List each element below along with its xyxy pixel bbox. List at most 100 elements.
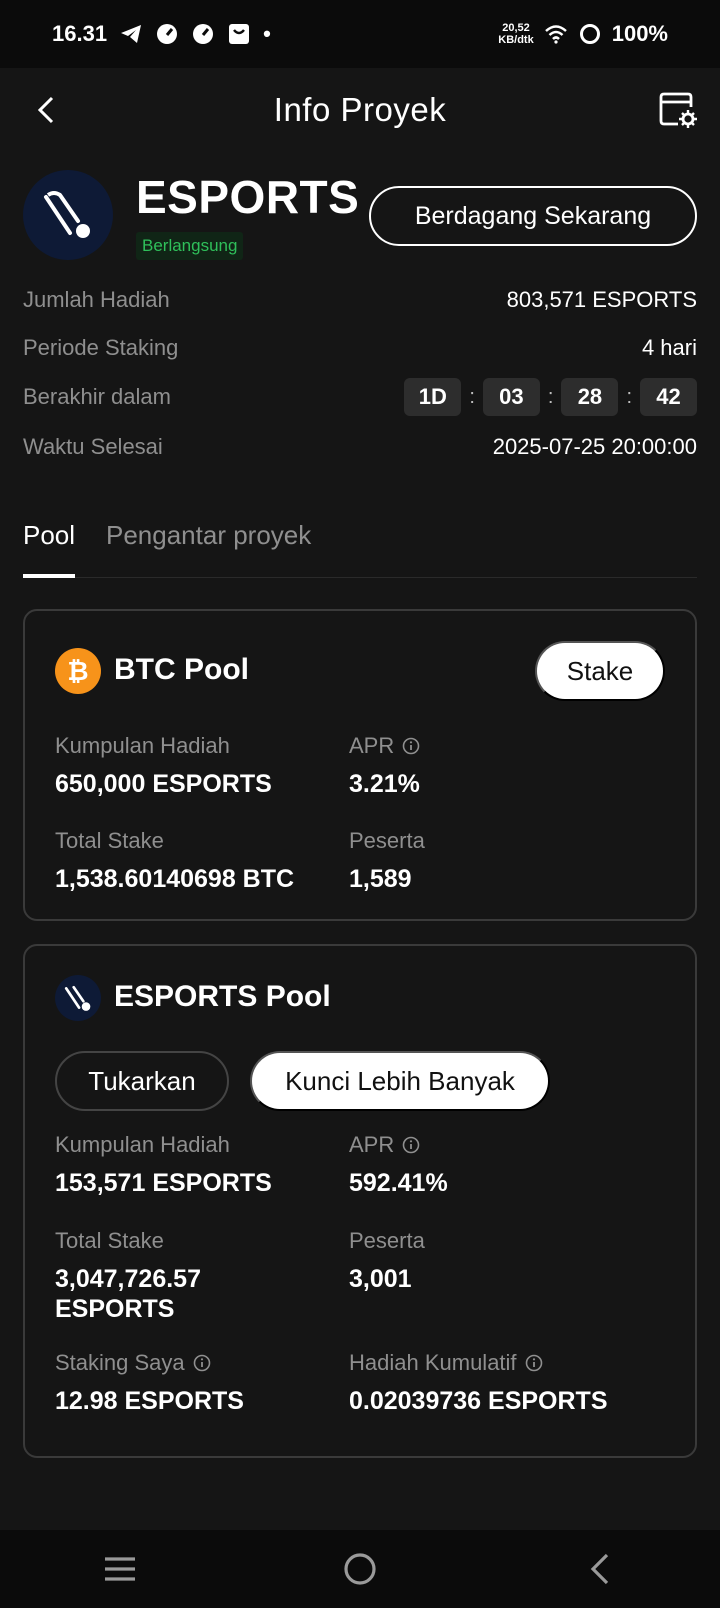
esp-apr: APR 592.41% [349,1132,448,1198]
notification-dot: • [263,21,271,46]
status-bar-left: 16.31 • [52,21,271,47]
btc-participants-value: 1,589 [349,865,412,893]
my-staking-value: 12.98 ESPORTS [55,1387,244,1415]
network-speed: 20,52 KB/dtk [498,22,533,46]
esports-pool-card: ESPORTS Pool Tukarkan Kunci Lebih Banyak… [23,944,697,1458]
esp-participants-value: 3,001 [349,1265,412,1293]
tab-pool[interactable]: Pool [23,520,76,578]
reward-amount-value: 803,571 ESPORTS [506,287,697,312]
info-icon[interactable] [402,1136,420,1154]
countdown-minutes: 28 [561,378,619,416]
btc-total-stake: Total Stake 1,538.60140698 BTC [55,828,294,894]
esp-reward-pool: Kumpulan Hadiah 153,571 ESPORTS [55,1132,272,1198]
network-speed-value: 20,52 [502,22,530,34]
status-time: 16.31 [52,21,108,46]
redeem-button[interactable]: Tukarkan [55,1051,229,1111]
esp-total-stake-label: Total Stake [55,1228,164,1253]
countdown-separator: : [547,385,554,408]
btc-apr: APR 3.21% [349,733,420,799]
esp-reward-pool-label: Kumpulan Hadiah [55,1132,230,1157]
speedometer-icon-2 [191,22,215,46]
esports-logo-icon [44,191,90,238]
btc-participants-label: Peserta [349,828,425,853]
trade-now-button[interactable]: Berdagang Sekarang [369,186,697,246]
page-title: Info Proyek [273,91,447,128]
reward-amount-row: Jumlah Hadiah 803,571 ESPORTS [23,284,697,316]
telegram-icon [119,22,143,46]
project-header: ESPORTS Berlangsung Berdagang Sekarang [23,170,697,266]
network-speed-unit: KB/dtk [498,34,534,46]
cumulative-reward-label: Hadiah Kumulatif [349,1350,517,1375]
status-bar-right: 20,52 KB/dtk 100% [498,21,668,47]
staking-period-row: Periode Staking 4 hari [23,332,697,364]
tab-project-intro[interactable]: Pengantar proyek [106,520,311,551]
countdown-hours: 03 [482,378,540,416]
esports-pool-title: ESPORTS Pool [114,980,331,1013]
status-bar: 16.31 • 20,52 KB/dtk 100% [0,0,720,68]
system-nav-bar [0,1530,720,1608]
btc-reward-pool-label: Kumpulan Hadiah [55,733,230,758]
info-icon[interactable] [525,1354,543,1372]
cumulative-reward: Hadiah Kumulatif 0.02039736 ESPORTS [349,1350,608,1416]
esp-participants: Peserta 3,001 [349,1228,425,1294]
esp-apr-value: 592.41% [349,1169,448,1197]
project-name: ESPORTS [136,171,360,223]
info-icon[interactable] [193,1354,211,1372]
end-time-row: Waktu Selesai 2025-07-25 20:00:00 [23,431,697,463]
chevron-left-icon [590,1553,609,1585]
cumulative-reward-value: 0.02039736 ESPORTS [349,1387,608,1415]
btc-reward-pool-value: 650,000 ESPORTS [55,770,272,798]
wifi-icon [544,22,568,46]
btc-apr-label-row: APR [349,733,420,759]
staking-period-label: Periode Staking [23,335,179,360]
esp-total-stake-amount: 3,047,726.57 [55,1265,201,1293]
bitcoin-icon: ₿ [55,648,101,694]
back-button[interactable] [26,88,66,132]
esp-participants-label: Peserta [349,1228,425,1253]
battery-ring-icon [578,22,602,46]
info-icon[interactable] [402,737,420,755]
my-staking-label: Staking Saya [55,1350,185,1375]
shopping-bag-icon [227,22,251,46]
countdown-seconds: 42 [640,378,697,416]
home-circle-icon [344,1553,376,1585]
esp-total-stake-unit: ESPORTS [55,1295,175,1323]
btc-participants: Peserta 1,589 [349,828,425,894]
countdown-timer: 1D : 03 : 28 : 42 [404,378,697,416]
home-button[interactable] [330,1539,390,1599]
app-header: Info Proyek [0,68,720,152]
countdown-separator: : [469,385,475,408]
recent-apps-button[interactable] [90,1539,150,1599]
my-staking: Staking Saya 12.98 ESPORTS [55,1350,244,1416]
my-staking-label-row: Staking Saya [55,1350,244,1376]
reward-amount-label: Jumlah Hadiah [23,287,170,312]
btc-total-stake-value: 1,538.60140698 BTC [55,865,295,893]
esp-reward-pool-value: 153,571 ESPORTS [55,1169,272,1197]
stake-button[interactable]: Stake [535,641,665,701]
countdown-days: 1D [404,378,462,416]
status-badge: Berlangsung [136,232,244,260]
chevron-left-icon [37,96,54,124]
btc-total-stake-label: Total Stake [55,828,164,853]
btc-reward-pool: Kumpulan Hadiah 650,000 ESPORTS [55,733,272,799]
esp-apr-label: APR [349,1132,395,1157]
tab-bar: Pool Pengantar proyek [23,520,697,578]
lock-more-button[interactable]: Kunci Lebih Banyak [250,1051,550,1111]
countdown-separator: : [626,385,632,408]
end-time-value: 2025-07-25 20:00:00 [492,434,697,459]
esports-logo [23,170,113,260]
system-back-button[interactable] [570,1539,630,1599]
esp-total-stake: Total Stake 3,047,726.57 ESPORTS [55,1228,201,1324]
project-info: Jumlah Hadiah 803,571 ESPORTS Periode St… [23,284,697,463]
speedometer-icon [155,22,179,46]
settings-button[interactable] [656,88,700,132]
btc-pool-card: ₿ BTC Pool Stake Kumpulan Hadiah 650,000… [23,609,697,921]
ends-in-row: Berakhir dalam 1D : 03 : 28 : 42 [23,377,697,417]
btc-apr-value: 3.21% [349,770,420,798]
ends-in-label: Berakhir dalam [23,384,171,409]
cumulative-reward-label-row: Hadiah Kumulatif [349,1350,608,1376]
calendar-settings-icon [659,92,697,128]
menu-icon [105,1557,135,1581]
esp-apr-label-row: APR [349,1132,448,1158]
staking-period-value: 4 hari [641,335,697,360]
